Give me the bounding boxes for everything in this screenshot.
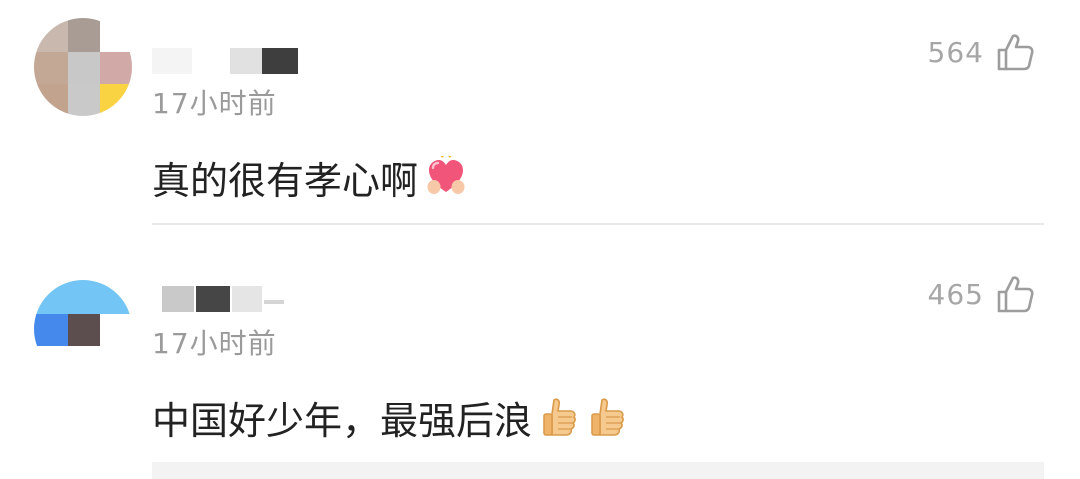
comment-text: 中国好少年，最强后浪: [152, 390, 628, 445]
like-count: 465: [927, 277, 984, 311]
divider: [152, 223, 1044, 225]
comment-body: 中国好少年，最强后浪: [152, 399, 533, 443]
comment-item: 17小时前 465 中国好少年，最强后浪: [0, 240, 1080, 479]
avatar[interactable]: [34, 280, 132, 378]
comment-time: 17小时前: [152, 327, 277, 360]
comment-time: 17小时前: [152, 87, 277, 120]
thumbs-up-emoji: [543, 397, 576, 436]
thumbs-up-emoji: [591, 397, 624, 436]
comment-body: 真的很有孝心啊: [152, 159, 419, 203]
like-button[interactable]: 564: [928, 32, 1034, 72]
heart-hands-emoji: [427, 155, 465, 194]
comment-text: 真的很有孝心啊: [152, 150, 466, 205]
thumbs-up-outline-icon[interactable]: [996, 32, 1034, 72]
like-button[interactable]: 465: [928, 274, 1034, 314]
like-count: 564: [927, 35, 984, 69]
comment-item: 17小时前 564 真的很有孝心啊: [0, 0, 1080, 225]
divider: [152, 462, 1044, 479]
thumbs-up-outline-icon[interactable]: [996, 274, 1034, 314]
avatar[interactable]: [34, 18, 132, 116]
